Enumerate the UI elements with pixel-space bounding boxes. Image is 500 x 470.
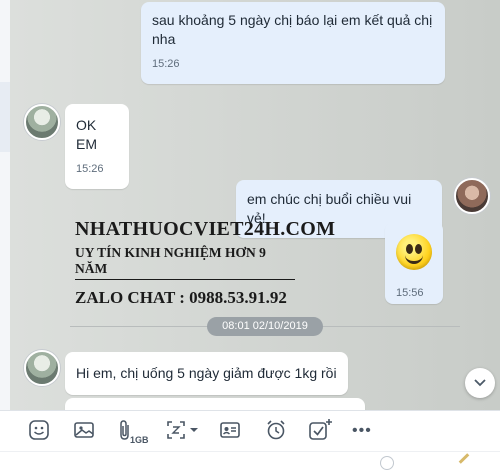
composer-toolbar: 1GB ••• xyxy=(0,410,500,451)
image-icon xyxy=(74,422,94,438)
scroll-down-button[interactable] xyxy=(465,368,495,398)
screenshot-button[interactable] xyxy=(165,419,201,443)
more-options-button[interactable]: ••• xyxy=(352,419,372,443)
message-time: 15:26 xyxy=(152,58,180,70)
message-bubble-sent-emoji[interactable]: 15:56 xyxy=(385,222,443,304)
message-time: 15:26 xyxy=(76,163,104,175)
sticker-icon xyxy=(29,420,49,440)
watermark-slogan: UY TÍN KINH NGHIỆM HƠN 9 NĂM xyxy=(75,245,295,280)
contact-avatar[interactable] xyxy=(24,350,60,386)
message-input-area[interactable] xyxy=(0,451,500,470)
sidebar-selected-strip xyxy=(0,82,10,152)
task-check-icon xyxy=(309,419,332,440)
user-avatar[interactable] xyxy=(454,178,490,214)
message-bubble-received[interactable]: OK EM 15:26 xyxy=(65,104,129,189)
sticker-button[interactable] xyxy=(28,419,50,443)
screenshot-icon xyxy=(167,421,198,439)
message-bubble-received-partial[interactable] xyxy=(65,398,365,410)
edit-pencil-icon[interactable] xyxy=(458,453,470,464)
reminder-button[interactable] xyxy=(265,419,287,443)
smiley-mouth-icon xyxy=(405,251,423,264)
message-text: sau khoảng 5 ngày chị báo lại em kết quả… xyxy=(152,12,433,47)
watermark-contact: ZALO CHAT : 0988.53.91.92 xyxy=(75,288,287,307)
message-bubble-sent[interactable]: sau khoảng 5 ngày chị báo lại em kết quả… xyxy=(141,2,445,84)
more-icon: ••• xyxy=(352,422,372,439)
message-time: 15:56 xyxy=(396,287,424,299)
attach-file-button[interactable]: 1GB xyxy=(118,419,149,445)
chevron-down-icon xyxy=(474,379,486,387)
date-divider: 08:01 02/10/2019 xyxy=(207,317,323,336)
task-button[interactable] xyxy=(308,419,334,443)
watermark: NHATHUOCVIET24H.COM UY TÍN KINH NGHIỆM H… xyxy=(75,218,336,308)
alarm-clock-icon xyxy=(267,420,285,440)
contact-avatar[interactable] xyxy=(24,104,60,140)
image-button[interactable] xyxy=(73,419,95,443)
contact-card-icon xyxy=(220,422,240,438)
smiley-emoji xyxy=(396,234,432,270)
chat-area: sau khoảng 5 ngày chị báo lại em kết quả… xyxy=(10,0,500,410)
message-text: OK EM xyxy=(76,117,97,152)
contact-card-button[interactable] xyxy=(219,419,241,443)
file-size-label: 1GB xyxy=(130,435,149,445)
message-bubble-received[interactable]: Hi em, chị uống 5 ngày giảm được 1kg rồi xyxy=(65,352,348,395)
watermark-site: NHATHUOCVIET24H.COM xyxy=(75,218,336,240)
message-text: Hi em, chị uống 5 ngày giảm được 1kg rồi xyxy=(76,365,337,381)
